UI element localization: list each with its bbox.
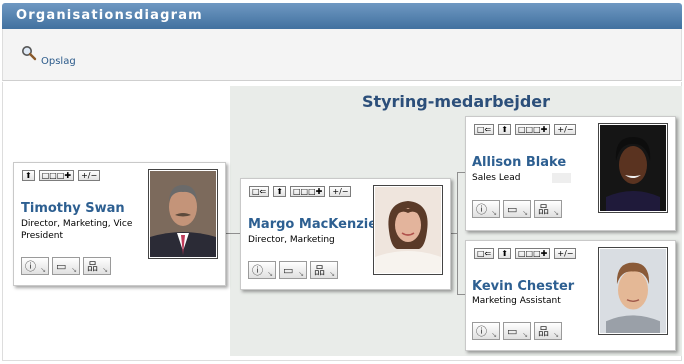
email-button[interactable]: ▭ ↘: [279, 261, 307, 279]
go-to-manager-button[interactable]: ⬆: [22, 170, 35, 181]
org-chart-button[interactable]: 品 ↘: [310, 261, 338, 279]
show-peers-button[interactable]: □□□✚: [514, 124, 551, 135]
person-photo: [373, 185, 443, 275]
org-chart-button[interactable]: 品 ↘: [534, 200, 562, 218]
go-to-manager-button[interactable]: ⬆: [273, 186, 286, 197]
show-peers-button[interactable]: □□□✚: [289, 186, 326, 197]
person-title: Director, Marketing, Vice President: [21, 219, 133, 241]
person-title: Marketing Assistant: [472, 296, 561, 306]
team-title: Styring-medarbejder: [361, 92, 551, 111]
corner-arrow-icon: ↘: [329, 270, 335, 278]
corner-arrow-icon: ↘: [522, 209, 528, 217]
person-card-timothy-swan[interactable]: ⬆ □□□✚ +/− Timothy Swan Director, Market…: [13, 162, 226, 286]
lookup-link[interactable]: Opslag: [41, 56, 76, 67]
toolbar: Opslag: [2, 29, 682, 81]
email-button[interactable]: ▭ ↘: [503, 200, 531, 218]
card-nav: □⇐ ⬆ □□□✚ +/−: [474, 124, 577, 135]
corner-arrow-icon: ↘: [553, 209, 559, 217]
org-chart-icon: 品: [87, 260, 98, 273]
person-card-kevin-chester[interactable]: □⇐ ⬆ □□□✚ +/− Kevin Chester Marketing As…: [465, 240, 676, 351]
corner-arrow-icon: ↘: [40, 266, 46, 274]
email-button[interactable]: ▭ ↘: [503, 322, 531, 340]
info-icon: ⓘ: [25, 260, 36, 273]
org-chart-button[interactable]: 品 ↘: [534, 322, 562, 340]
connector-line: [224, 233, 240, 234]
person-name[interactable]: Kevin Chester: [472, 279, 574, 294]
magnifier-icon[interactable]: [21, 45, 37, 61]
person-name[interactable]: Margo MacKenzie: [248, 217, 377, 232]
show-peers-button[interactable]: □□□✚: [514, 248, 551, 259]
connector-line: [457, 172, 465, 173]
corner-arrow-icon: ↘: [298, 270, 304, 278]
window-title-bar: Organisationsdiagram: [2, 3, 682, 29]
person-photo: [598, 247, 668, 335]
info-icon: ⓘ: [476, 203, 487, 216]
show-peer-button[interactable]: □⇐: [249, 186, 270, 197]
card-nav: ⬆ □□□✚ +/−: [22, 170, 101, 181]
corner-arrow-icon: ↘: [491, 209, 497, 217]
person-card-margo-mackenzie[interactable]: □⇐ ⬆ □□□✚ +/− Margo MacKenzie Director, …: [240, 178, 451, 290]
window-title: Organisationsdiagram: [16, 8, 203, 23]
go-to-manager-button[interactable]: ⬆: [498, 124, 511, 135]
email-icon: ▭: [283, 264, 294, 277]
connector-line: [457, 294, 465, 295]
corner-arrow-icon: ↘: [102, 266, 108, 274]
show-peers-button[interactable]: □□□✚: [38, 170, 75, 181]
corner-arrow-icon: ↘: [491, 331, 497, 339]
go-to-manager-button[interactable]: ⬆: [498, 248, 511, 259]
corner-arrow-icon: ↘: [522, 331, 528, 339]
connector-line: [457, 172, 458, 294]
email-icon: ▭: [507, 203, 518, 216]
info-button[interactable]: ⓘ ↘: [472, 322, 500, 340]
info-icon: ⓘ: [476, 325, 487, 338]
info-button[interactable]: ⓘ ↘: [472, 200, 500, 218]
card-actions: ⓘ ↘ ▭ ↘ 品 ↘: [472, 322, 562, 340]
person-name[interactable]: Timothy Swan: [21, 201, 125, 216]
info-icon: ⓘ: [252, 264, 263, 277]
corner-arrow-icon: ↘: [267, 270, 273, 278]
show-peer-button[interactable]: □⇐: [474, 248, 495, 259]
org-chart-icon: 品: [314, 264, 325, 277]
collapse-button[interactable]: +/−: [554, 124, 577, 135]
collapse-button[interactable]: +/−: [554, 248, 577, 259]
org-chart-button[interactable]: 品 ↘: [83, 257, 111, 275]
show-peer-button[interactable]: □⇐: [474, 124, 495, 135]
email-button[interactable]: ▭ ↘: [52, 257, 80, 275]
person-photo: [598, 123, 668, 213]
person-name[interactable]: Allison Blake: [472, 155, 566, 170]
card-actions: ⓘ ↘ ▭ ↘ 品 ↘: [472, 200, 562, 218]
card-nav: □⇐ ⬆ □□□✚ +/−: [249, 186, 352, 197]
person-photo: [148, 169, 218, 259]
email-icon: ▭: [56, 260, 67, 273]
info-button[interactable]: ⓘ ↘: [21, 257, 49, 275]
org-chart-icon: 品: [538, 325, 549, 338]
info-button[interactable]: ⓘ ↘: [248, 261, 276, 279]
collapse-button[interactable]: +/−: [78, 170, 101, 181]
corner-arrow-icon: ↘: [71, 266, 77, 274]
collapse-button[interactable]: +/−: [329, 186, 352, 197]
person-title: Sales Lead: [472, 173, 521, 183]
status-chip: [552, 173, 571, 183]
person-card-allison-blake[interactable]: □⇐ ⬆ □□□✚ +/− Allison Blake Sales Lead ⓘ…: [465, 116, 676, 231]
org-chart-icon: 品: [538, 203, 549, 216]
corner-arrow-icon: ↘: [553, 331, 559, 339]
card-actions: ⓘ ↘ ▭ ↘ 品 ↘: [21, 257, 111, 275]
email-icon: ▭: [507, 325, 518, 338]
person-title: Director, Marketing: [248, 235, 335, 245]
card-nav: □⇐ ⬆ □□□✚ +/−: [474, 248, 577, 259]
card-actions: ⓘ ↘ ▭ ↘ 品 ↘: [248, 261, 338, 279]
